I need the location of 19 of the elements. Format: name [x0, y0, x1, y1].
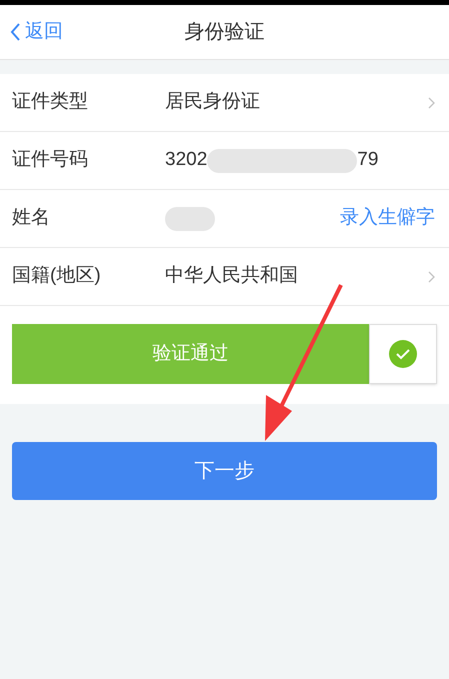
field-value: 3202	[165, 148, 208, 172]
verify-status-bar: 验证通过	[12, 324, 369, 384]
back-chevron-icon	[10, 23, 21, 41]
field-value: 中华人民共和国	[165, 264, 298, 288]
field-value: 79	[357, 148, 378, 172]
rare-character-link[interactable]: 录入生僻字	[340, 204, 435, 233]
field-label: 国籍(地区)	[12, 264, 102, 288]
form-row[interactable]: 国籍(地区) 中华人民共和国	[0, 248, 449, 306]
field-value: 居民身份证	[165, 90, 260, 114]
chevron-right-icon	[428, 270, 435, 282]
back-button[interactable]: 返回	[0, 18, 63, 46]
page-title: 身份验证	[184, 20, 266, 45]
field-label: 证件号码	[12, 148, 89, 172]
field-label: 姓名	[12, 206, 51, 230]
form-row[interactable]: 证件类型 居民身份证	[0, 74, 449, 132]
chevron-right-icon	[428, 96, 435, 108]
field-label: 证件类型	[12, 90, 89, 114]
blurred-text	[165, 206, 215, 230]
next-button[interactable]: 下一步	[12, 442, 437, 500]
